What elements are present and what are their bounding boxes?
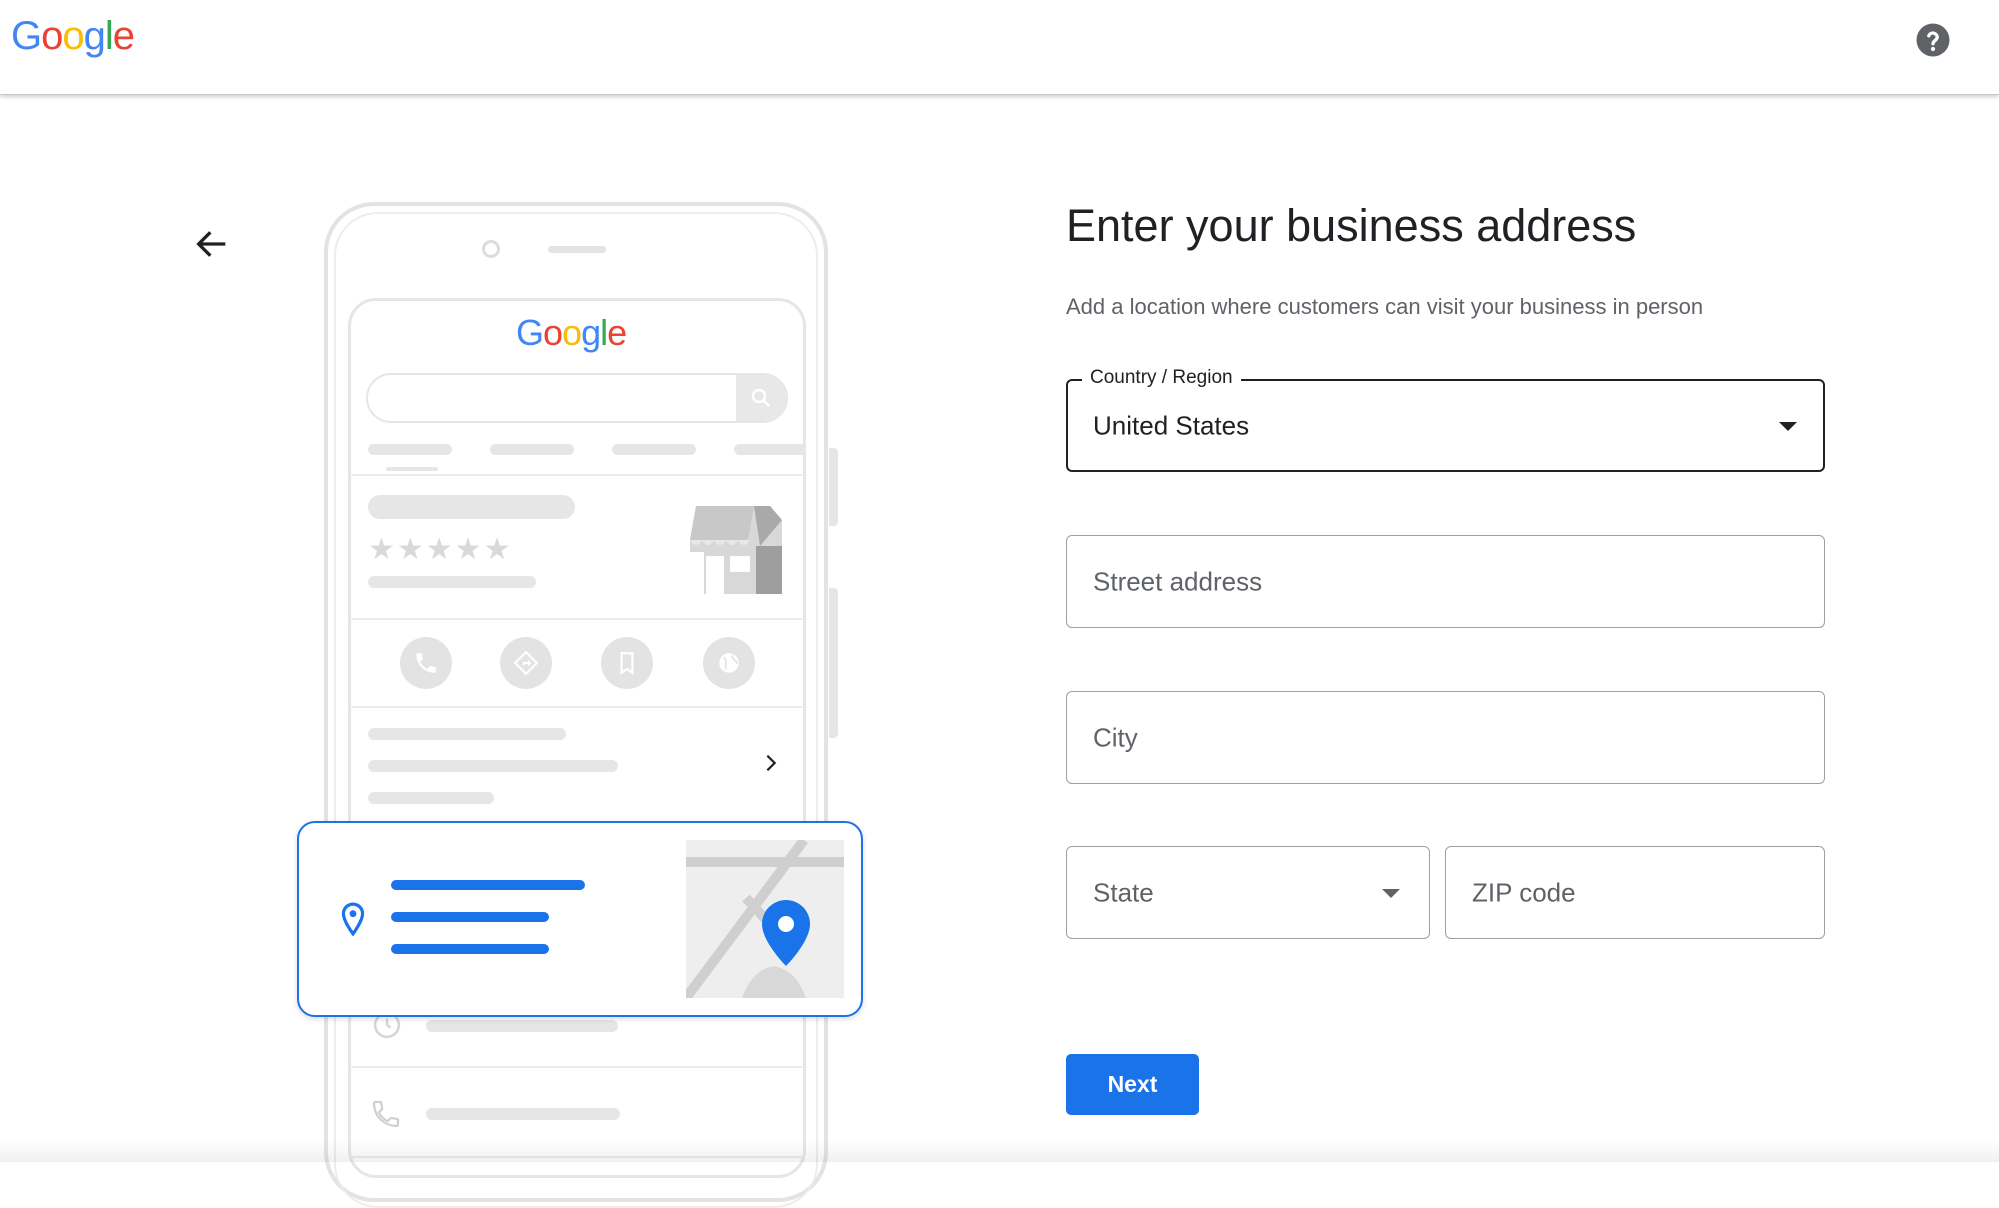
help-circle-icon[interactable]	[1915, 22, 1951, 58]
phone-icon	[400, 637, 452, 689]
phone-side-button	[829, 588, 838, 738]
arrow-back-icon[interactable]	[192, 224, 232, 264]
phone-speaker	[548, 246, 606, 253]
state-placeholder: State	[1093, 877, 1154, 907]
phone-camera	[482, 240, 500, 258]
street-address-field[interactable]: Street address	[1066, 535, 1825, 628]
location-pin-icon	[341, 902, 365, 936]
next-button[interactable]: Next	[1066, 1054, 1199, 1115]
bottom-shadow	[0, 1140, 1999, 1162]
bookmark-icon	[601, 637, 653, 689]
dropdown-arrow-icon	[1382, 889, 1400, 898]
google-logo[interactable]: Google	[11, 14, 135, 59]
globe-icon	[703, 637, 755, 689]
country-region-value: United States	[1093, 410, 1250, 440]
city-placeholder: City	[1093, 722, 1138, 752]
phone-icon	[372, 1100, 400, 1128]
rating-stars: ★★★★★	[368, 533, 513, 566]
street-address-placeholder: Street address	[1093, 566, 1263, 596]
map-thumbnail	[686, 840, 844, 998]
logo-letter: e	[112, 14, 135, 58]
zip-code-field[interactable]: ZIP code	[1445, 846, 1825, 939]
country-region-select[interactable]: Country / Region United States	[1066, 367, 1825, 472]
screen-search-bar	[366, 373, 788, 423]
logo-letter: l	[104, 14, 114, 58]
directions-icon	[500, 637, 552, 689]
page-subtitle: Add a location where customers can visit…	[1066, 294, 1704, 319]
top-app-bar: Google	[0, 0, 1999, 95]
dropdown-arrow-icon	[1779, 422, 1797, 431]
logo-letter: G	[11, 14, 42, 58]
page-title: Enter your business address	[1066, 200, 1637, 251]
store-icon	[690, 506, 782, 594]
city-field[interactable]: City	[1066, 691, 1825, 784]
chevron-right-icon	[766, 754, 777, 772]
country-region-label: Country / Region	[1082, 367, 1241, 389]
zip-code-placeholder: ZIP code	[1472, 877, 1576, 907]
search-icon	[736, 375, 786, 421]
phone-side-button	[829, 448, 838, 526]
logo-letter: g	[83, 14, 106, 58]
state-select[interactable]: State	[1066, 846, 1430, 939]
logo-letter: o	[41, 14, 63, 58]
screen-google-logo: Google	[516, 312, 627, 353]
logo-letter: o	[62, 14, 84, 58]
